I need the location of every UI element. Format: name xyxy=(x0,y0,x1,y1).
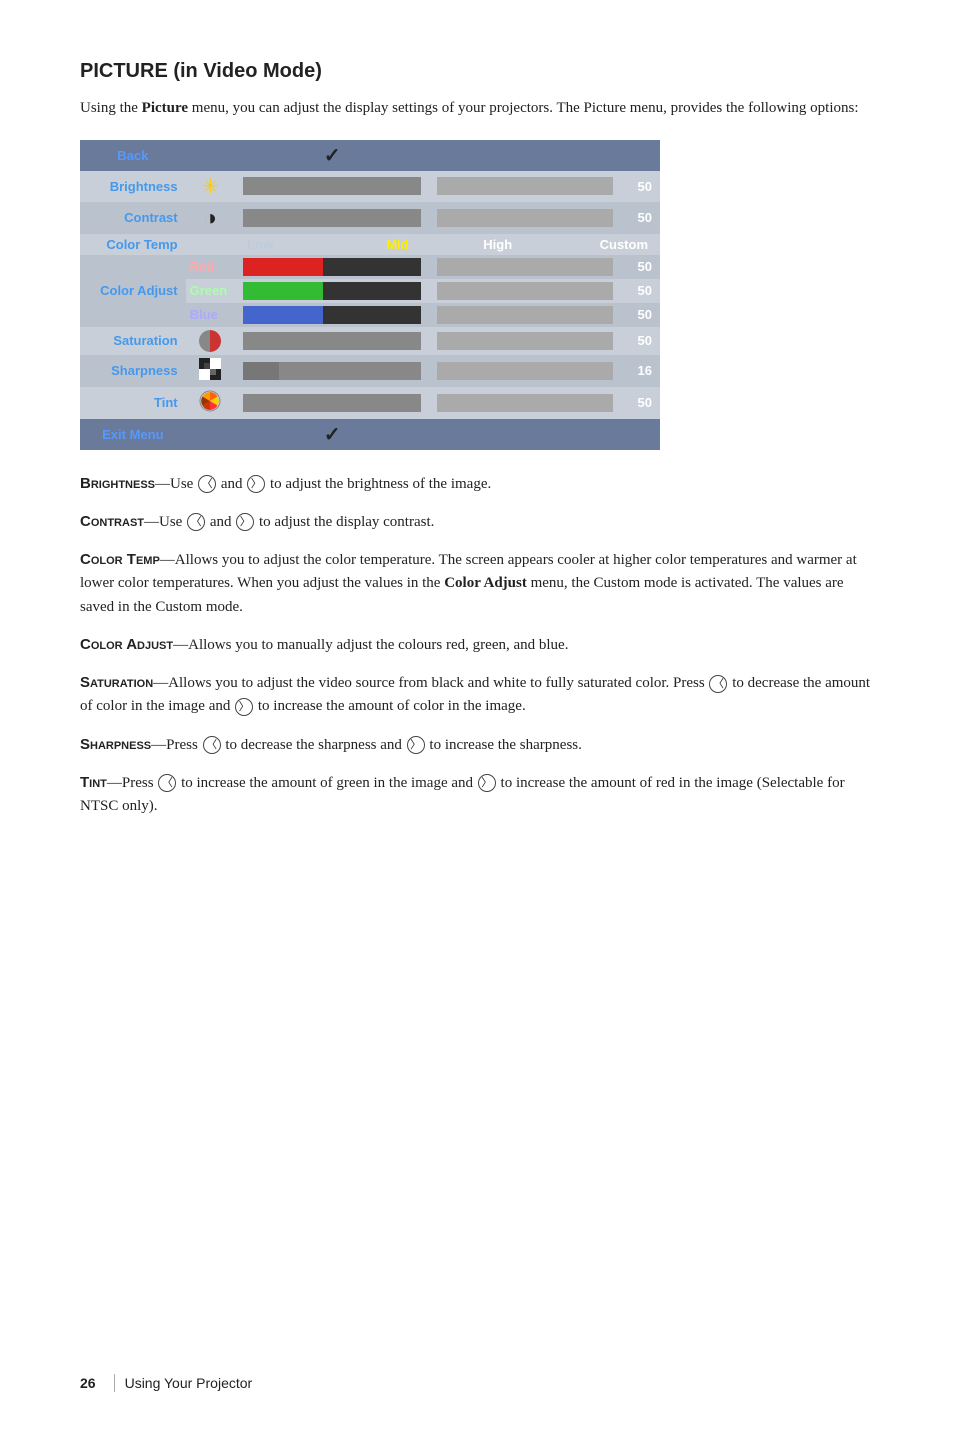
intro-text: Using the Picture menu, you can adjust t… xyxy=(80,97,874,120)
menu-row-back: Back ✓ xyxy=(80,140,660,171)
ct-custom: Custom xyxy=(548,237,652,252)
menu-row-sharpness: Sharpness 16 xyxy=(80,355,660,387)
footer-page-number: 26 xyxy=(80,1375,96,1391)
desc-tint: Tint—Press 〈 to increase the amount of g… xyxy=(80,771,874,819)
tint-icon xyxy=(199,390,221,412)
sharpness-left-btn: 〈 xyxy=(203,736,221,754)
brightness-label: Brightness xyxy=(80,171,186,202)
tint-value: 50 xyxy=(621,387,660,419)
tint-label: Tint xyxy=(80,387,186,419)
sharpness-value: 16 xyxy=(621,355,660,387)
brightness-icon-cell: ✳ xyxy=(186,171,236,202)
brightness-bar xyxy=(235,171,429,202)
contrast-icon-cell: ◑ xyxy=(186,202,236,234)
desc-saturation: Saturation—Allows you to adjust the vide… xyxy=(80,671,874,719)
green-bar2 xyxy=(429,279,621,303)
saturation-icon-cell xyxy=(186,327,236,355)
desc-sharpness: Sharpness—Press 〈 to decrease the sharpn… xyxy=(80,733,874,757)
blue-bar xyxy=(235,303,429,327)
green-bar xyxy=(235,279,429,303)
contrast-right-btn: 〉 xyxy=(236,513,254,531)
red-sublabel: Red xyxy=(186,255,236,279)
desc-colortemp-term: Color Temp xyxy=(80,551,160,568)
ct-high: High xyxy=(448,237,548,252)
saturation-bar2 xyxy=(429,327,621,355)
brightness-left-btn: 〈 xyxy=(198,475,216,493)
menu-row-contrast: Contrast ◑ 50 xyxy=(80,202,660,234)
footer-divider xyxy=(114,1374,115,1392)
tint-bar2 xyxy=(429,387,621,419)
coloradjust-label: Color Adjust xyxy=(80,255,186,327)
blue-sublabel: Blue xyxy=(186,303,236,327)
desc-brightness-term: Brightness xyxy=(80,475,155,492)
ct-low: Low xyxy=(243,237,347,252)
exit-label: Exit Menu xyxy=(80,419,186,450)
ct-mid: Mid xyxy=(347,237,447,252)
menu-row-saturation: Saturation 50 xyxy=(80,327,660,355)
brightness-right-btn: 〉 xyxy=(247,475,265,493)
red-bar xyxy=(235,255,429,279)
saturation-value: 50 xyxy=(621,327,660,355)
page-title: PICTURE (in Video Mode) xyxy=(80,60,874,83)
desc-brightness: Brightness—Use 〈 and 〉 to adjust the bri… xyxy=(80,472,874,496)
colortemp-label: Color Temp xyxy=(80,234,186,255)
sharpness-right-btn: 〉 xyxy=(407,736,425,754)
contrast-label: Contrast xyxy=(80,202,186,234)
desc-contrast-term: Contrast xyxy=(80,513,144,530)
saturation-right-btn: 〉 xyxy=(235,698,253,716)
red-value: 50 xyxy=(621,255,660,279)
green-sublabel: Green xyxy=(186,279,236,303)
menu-table: Back ✓ Brightness ✳ 50 Contrast ◑ 50 xyxy=(80,140,660,450)
colortemp-options: Low Mid High Custom xyxy=(235,234,660,255)
contrast-bar xyxy=(235,202,429,234)
desc-contrast: Contrast—Use 〈 and 〉 to adjust the displ… xyxy=(80,510,874,534)
tint-right-btn: 〉 xyxy=(478,774,496,792)
blue-bar2 xyxy=(429,303,621,327)
desc-colortemp: Color Temp—Allows you to adjust the colo… xyxy=(80,548,874,619)
desc-coloradjust-term: Color Adjust xyxy=(80,636,173,653)
desc-saturation-term: Saturation xyxy=(80,674,153,691)
contrast-value: 50 xyxy=(621,202,660,234)
menu-row-tint: Tint 50 xyxy=(80,387,660,419)
saturation-bar xyxy=(235,327,429,355)
menu-row-exit: Exit Menu ✓ xyxy=(80,419,660,450)
tint-bar xyxy=(235,387,429,419)
saturation-label: Saturation xyxy=(80,327,186,355)
brightness-value: 50 xyxy=(621,171,660,202)
menu-row-brightness: Brightness ✳ 50 xyxy=(80,171,660,202)
descriptions-section: Brightness—Use 〈 and 〉 to adjust the bri… xyxy=(80,472,874,819)
green-value: 50 xyxy=(621,279,660,303)
desc-sharpness-term: Sharpness xyxy=(80,736,151,753)
brightness-bar2 xyxy=(429,171,621,202)
menu-row-coloradjust: Color Adjust Red 50 xyxy=(80,255,660,279)
tint-icon-cell xyxy=(186,387,236,419)
sharpness-label: Sharpness xyxy=(80,355,186,387)
back-label: Back xyxy=(80,140,186,171)
saturation-icon xyxy=(199,330,221,352)
desc-coloradjust: Color Adjust—Allows you to manually adju… xyxy=(80,633,874,657)
contrast-bar2 xyxy=(429,202,621,234)
contrast-left-btn: 〈 xyxy=(187,513,205,531)
desc-tint-term: Tint xyxy=(80,774,107,791)
menu-row-colortemp: Color Temp Low Mid High Custom xyxy=(80,234,660,255)
sharpness-icon xyxy=(199,358,221,380)
contrast-icon: ◑ xyxy=(204,205,217,231)
sharpness-icon-cell xyxy=(186,355,236,387)
tint-left-btn: 〈 xyxy=(158,774,176,792)
sharpness-bar2 xyxy=(429,355,621,387)
saturation-left-btn: 〈 xyxy=(709,675,727,693)
footer-text: Using Your Projector xyxy=(125,1375,253,1391)
red-bar2 xyxy=(429,255,621,279)
page-footer: 26 Using Your Projector xyxy=(80,1374,874,1392)
blue-value: 50 xyxy=(621,303,660,327)
sharpness-bar xyxy=(235,355,429,387)
brightness-icon: ✳ xyxy=(202,174,219,199)
